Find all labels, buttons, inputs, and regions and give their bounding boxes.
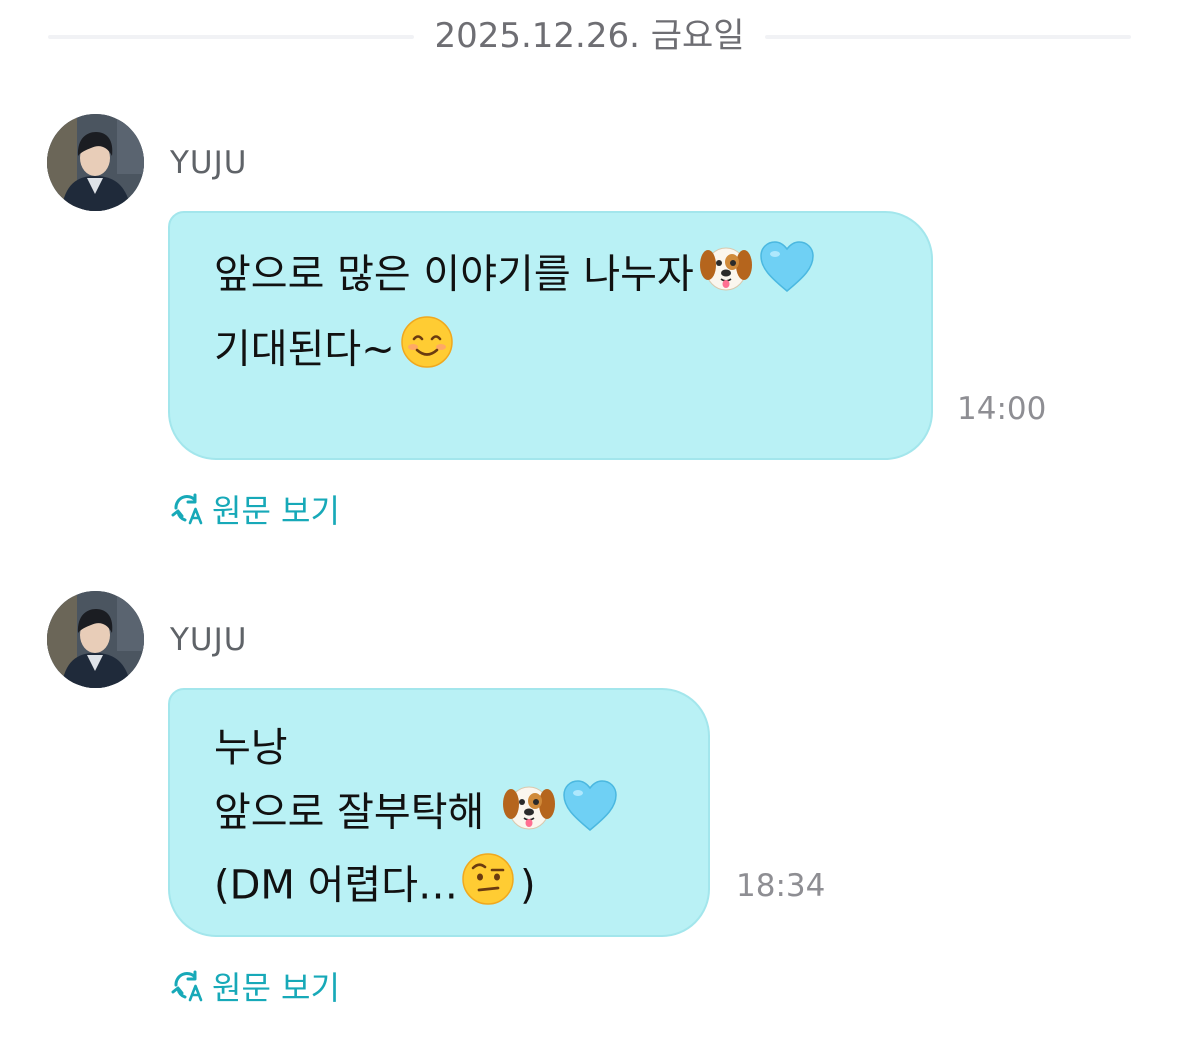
sender-name: YUJU	[170, 622, 248, 658]
avatar-photo	[47, 114, 144, 211]
translate-icon	[170, 493, 204, 525]
avatar[interactable]	[47, 591, 144, 688]
translate-icon	[170, 970, 204, 1002]
message-time: 14:00	[957, 391, 1047, 427]
message-bubble[interactable]: 앞으로 많은 이야기를 나누자 기대된다~	[168, 211, 933, 460]
message-time: 18:34	[736, 868, 826, 904]
face-with-raised-eyebrow-icon	[460, 851, 516, 924]
message-line: 누낭	[214, 718, 668, 778]
date-divider: 2025.12.26. 금요일	[48, 8, 1131, 64]
view-original-label: 원문 보기	[212, 492, 340, 530]
view-original-link[interactable]: 원문 보기	[170, 964, 340, 1008]
message-line: (DM 어렵다… )	[214, 851, 668, 924]
date-label: 2025.12.26. 금요일	[434, 16, 745, 56]
light-blue-heart-icon	[561, 778, 619, 851]
message-text: )	[520, 862, 536, 909]
message-bubble[interactable]: 누낭 앞으로 잘부탁해 (DM 어렵다… )	[168, 688, 710, 937]
message-text: 앞으로 많은 이야기를 나누자	[214, 251, 694, 298]
smiling-face-icon	[399, 314, 455, 389]
message-line: 앞으로 많은 이야기를 나누자	[214, 239, 891, 314]
avatar-photo	[47, 591, 144, 688]
message-text: 기대된다~	[214, 326, 395, 373]
divider-line-left	[48, 35, 414, 39]
message-text: 누낭	[214, 725, 288, 771]
view-original-link[interactable]: 원문 보기	[170, 487, 340, 531]
dog-face-icon	[501, 778, 557, 851]
light-blue-heart-icon	[758, 239, 816, 314]
message-line: 기대된다~	[214, 314, 891, 389]
avatar[interactable]	[47, 114, 144, 211]
view-original-label: 원문 보기	[212, 969, 340, 1007]
dog-face-icon	[698, 239, 754, 314]
sender-name: YUJU	[170, 145, 248, 181]
message-line: 앞으로 잘부탁해	[214, 778, 668, 851]
message-text: 앞으로 잘부탁해	[214, 789, 498, 836]
message-text: (DM 어렵다…	[214, 862, 459, 909]
divider-line-right	[765, 35, 1131, 39]
